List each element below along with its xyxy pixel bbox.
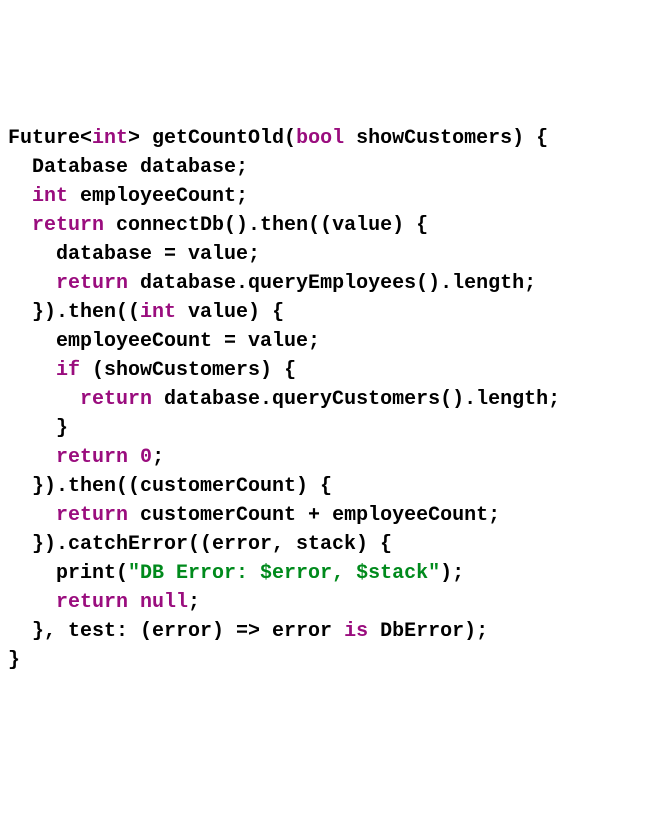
code-text: showCustomers) { xyxy=(344,127,548,150)
code-text: ; xyxy=(188,591,200,614)
code-line: return connectDb().then((value) { xyxy=(8,214,428,237)
keyword: int xyxy=(32,185,68,208)
keyword: return xyxy=(56,504,128,527)
code-line: if (showCustomers) { xyxy=(8,359,296,382)
code-text xyxy=(8,388,80,411)
code-text: }).then((customerCount) { xyxy=(8,475,332,498)
code-text: database = value; xyxy=(8,243,260,266)
code-text: }).catchError((error, stack) { xyxy=(8,533,392,556)
code-text: print( xyxy=(8,562,128,585)
keyword: is xyxy=(344,620,368,643)
code-text xyxy=(8,359,56,382)
code-line: } xyxy=(8,417,68,440)
code-line: database = value; xyxy=(8,243,260,266)
keyword: return xyxy=(56,446,128,469)
code-text: ; xyxy=(152,446,164,469)
code-text: }).then(( xyxy=(8,301,140,324)
code-text xyxy=(8,504,56,527)
code-line: }, test: (error) => error is DbError); xyxy=(8,620,488,643)
code-line: }).then((int value) { xyxy=(8,301,284,324)
keyword: return xyxy=(80,388,152,411)
code-text: value) { xyxy=(176,301,284,324)
code-block: Future<int> getCountOld(bool showCustome… xyxy=(8,124,642,675)
code-text: (showCustomers) { xyxy=(80,359,296,382)
code-text: Database database; xyxy=(8,156,248,179)
code-text: DbError); xyxy=(368,620,488,643)
code-text: connectDb().then((value) { xyxy=(104,214,428,237)
code-line: }).catchError((error, stack) { xyxy=(8,533,392,556)
keyword: int xyxy=(140,301,176,324)
code-text: employeeCount = value; xyxy=(8,330,320,353)
code-line: return database.queryCustomers().length; xyxy=(8,388,560,411)
code-line: return null; xyxy=(8,591,200,614)
code-line: employeeCount = value; xyxy=(8,330,320,353)
code-text xyxy=(8,185,32,208)
code-text: > getCountOld( xyxy=(128,127,296,150)
code-text xyxy=(8,272,56,295)
keyword: int xyxy=(92,127,128,150)
keyword: if xyxy=(56,359,80,382)
code-line: }).then((customerCount) { xyxy=(8,475,332,498)
code-line: Database database; xyxy=(8,156,248,179)
keyword: 0 xyxy=(140,446,152,469)
code-line: Future<int> getCountOld(bool showCustome… xyxy=(8,127,548,150)
code-text: database.queryCustomers().length; xyxy=(152,388,560,411)
code-text: Future< xyxy=(8,127,92,150)
code-line: print("DB Error: $error, $stack"); xyxy=(8,562,464,585)
code-line: return database.queryEmployees().length; xyxy=(8,272,536,295)
code-line: } xyxy=(8,649,20,672)
string-literal: "DB Error: $error, $stack" xyxy=(128,562,440,585)
code-text: ); xyxy=(440,562,464,585)
code-text: employeeCount; xyxy=(68,185,248,208)
code-text xyxy=(8,214,32,237)
keyword: return xyxy=(56,272,128,295)
keyword: bool xyxy=(296,127,344,150)
code-text: customerCount + employeeCount; xyxy=(128,504,500,527)
code-text: } xyxy=(8,417,68,440)
code-text: database.queryEmployees().length; xyxy=(128,272,536,295)
code-text: }, test: (error) => error xyxy=(8,620,344,643)
code-text: } xyxy=(8,649,20,672)
keyword: return xyxy=(32,214,104,237)
code-line: return customerCount + employeeCount; xyxy=(8,504,500,527)
code-text xyxy=(128,446,140,469)
code-text xyxy=(8,446,56,469)
code-line: return 0; xyxy=(8,446,164,469)
keyword: return null xyxy=(56,591,188,614)
code-text xyxy=(8,591,56,614)
code-line: int employeeCount; xyxy=(8,185,248,208)
